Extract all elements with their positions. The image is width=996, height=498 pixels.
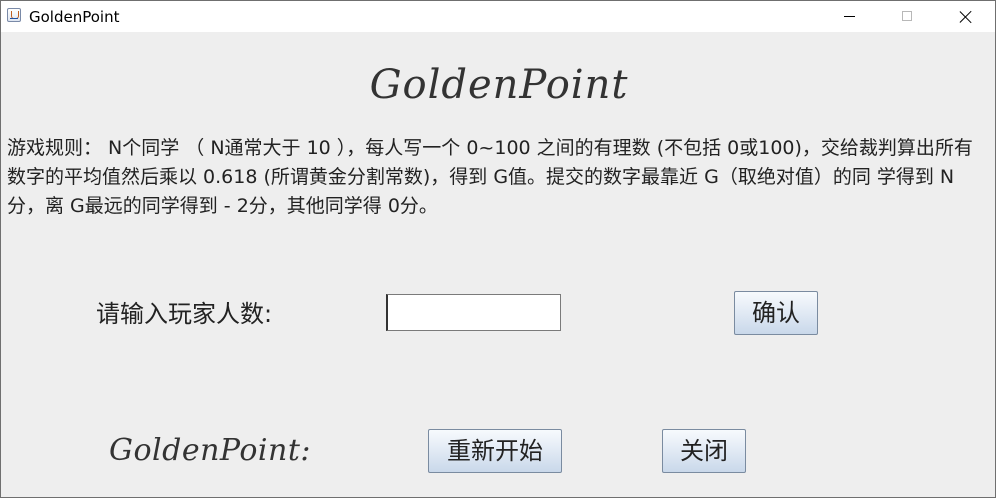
close-icon <box>959 10 973 24</box>
title-bar[interactable]: GoldenPoint <box>1 1 995 32</box>
close-button[interactable]: 关闭 <box>662 429 746 473</box>
window-title: GoldenPoint <box>29 8 120 26</box>
restart-button[interactable]: 重新开始 <box>428 429 562 473</box>
footer-logo-text: GoldenPoint: <box>109 433 312 468</box>
java-app-icon[interactable] <box>7 8 21 22</box>
game-rules-text: 游戏规则： N个同学 （ N通常大于 10 ），每人写一个 0~100 之间的有… <box>7 137 973 217</box>
page-title: GoldenPoint <box>369 62 629 108</box>
maximize-icon <box>902 11 912 21</box>
player-count-input[interactable] <box>386 294 561 331</box>
close-window-button[interactable] <box>937 1 995 32</box>
minimize-icon <box>844 16 855 17</box>
app-window: GoldenPoint GoldenPoint 游戏规则： N个同学 （ N通常… <box>0 0 996 498</box>
maximize-button[interactable] <box>879 1 937 32</box>
confirm-button[interactable]: 确认 <box>734 291 818 335</box>
player-count-label: 请输入玩家人数: <box>96 300 273 328</box>
minimize-button[interactable] <box>821 1 879 32</box>
